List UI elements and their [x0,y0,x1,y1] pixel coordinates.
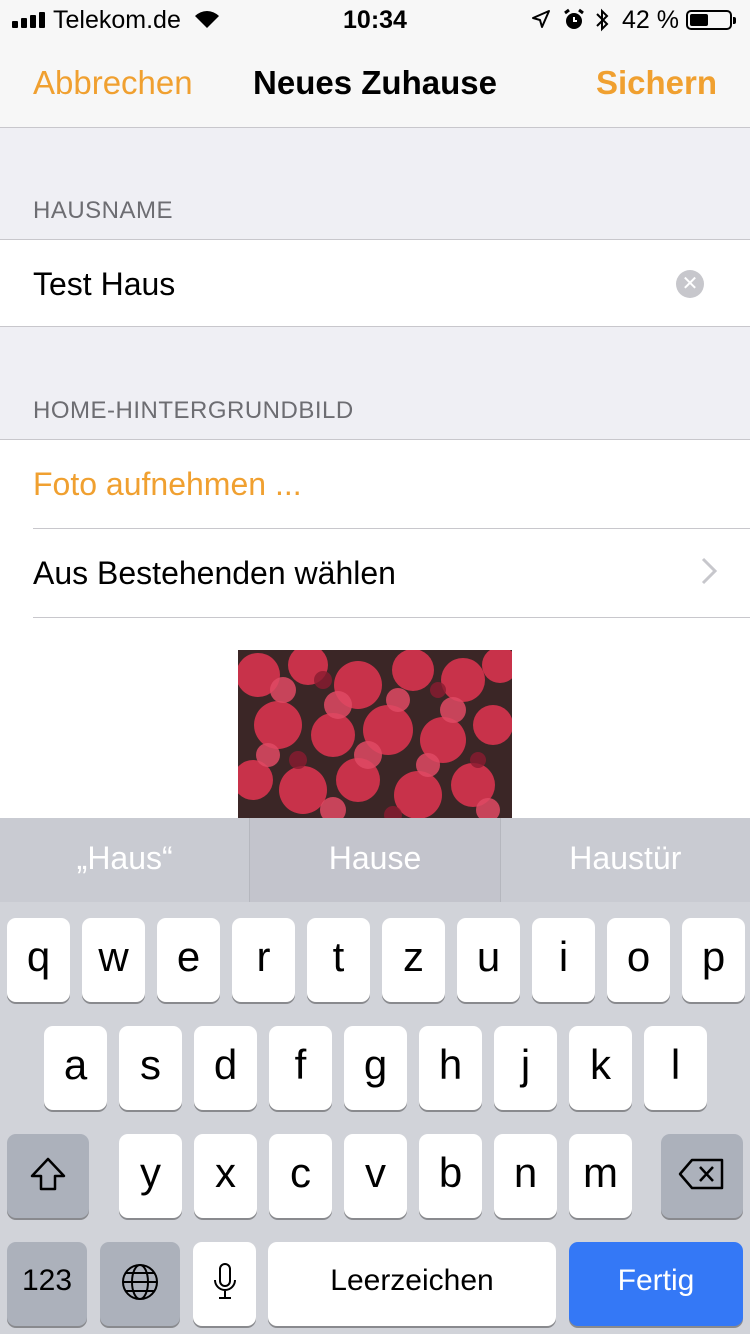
globe-key[interactable] [100,1242,180,1326]
key-y[interactable]: y [119,1134,182,1218]
divider [33,617,750,618]
take-photo-button[interactable]: Foto aufnehmen ... [33,466,302,503]
location-icon [532,10,550,28]
choose-existing-label: Aus Bestehenden wählen [33,555,396,591]
keyboard: „Haus“ Hause Haustür qwertzuiop asdfghjkl… [0,818,750,1334]
shift-key[interactable] [7,1134,89,1218]
key-g[interactable]: g [344,1026,407,1110]
battery-icon [686,10,736,30]
key-d[interactable]: d [194,1026,257,1110]
clear-text-icon[interactable]: ✕ [676,270,704,298]
done-key[interactable]: Fertig [569,1242,743,1326]
save-button[interactable]: Sichern [596,64,717,102]
key-t[interactable]: t [307,918,370,1002]
key-m[interactable]: m [569,1134,632,1218]
key-e[interactable]: e [157,918,220,1002]
microphone-icon [213,1263,236,1299]
key-f[interactable]: f [269,1026,332,1110]
bluetooth-icon [596,8,609,32]
home-name-field[interactable]: Test Haus ✕ [0,239,750,327]
key-x[interactable]: x [194,1134,257,1218]
suggestion-1[interactable]: „Haus“ [0,818,251,902]
key-n[interactable]: n [494,1134,557,1218]
globe-icon [122,1264,158,1300]
key-w[interactable]: w [82,918,145,1002]
key-k[interactable]: k [569,1026,632,1110]
status-bar: Telekom.de 10:34 42 % [0,0,750,40]
wallpaper-preview-image[interactable] [238,650,512,820]
dictation-key[interactable] [193,1242,256,1326]
red-leaves-image [238,650,512,820]
home-name-section-header: HAUSNAME [33,197,174,224]
choose-existing-row[interactable]: Aus Bestehenden wählen [0,529,750,617]
key-l[interactable]: l [644,1026,707,1110]
key-a[interactable]: a [44,1026,107,1110]
delete-key[interactable] [661,1134,743,1218]
suggestion-bar: „Haus“ Hause Haustür [0,818,750,902]
chevron-right-icon [701,557,717,585]
key-o[interactable]: o [607,918,670,1002]
wallpaper-group: Foto aufnehmen ... Aus Bestehenden wähle… [0,439,750,820]
alarm-icon [564,8,584,29]
home-name-value[interactable]: Test Haus [33,266,175,303]
key-c[interactable]: c [269,1134,332,1218]
key-p[interactable]: p [682,918,745,1002]
shift-icon [30,1157,66,1191]
key-u[interactable]: u [457,918,520,1002]
wallpaper-section-header: HOME-HINTERGRUNDBILD [33,397,354,424]
key-b[interactable]: b [419,1134,482,1218]
key-q[interactable]: q [7,918,70,1002]
suggestion-3[interactable]: Haustür [501,818,750,902]
battery-percent: 42 % [622,6,679,34]
key-j[interactable]: j [494,1026,557,1110]
key-s[interactable]: s [119,1026,182,1110]
key-z[interactable]: z [382,918,445,1002]
numbers-key[interactable]: 123 [7,1242,87,1326]
suggestion-2[interactable]: Hause [250,818,501,902]
key-i[interactable]: i [532,918,595,1002]
backspace-icon [678,1158,724,1190]
take-photo-row[interactable]: Foto aufnehmen ... [0,440,750,528]
key-h[interactable]: h [419,1026,482,1110]
space-key[interactable]: Leerzeichen [268,1242,556,1326]
key-v[interactable]: v [344,1134,407,1218]
navigation-bar: Abbrechen Neues Zuhause Sichern [0,40,750,128]
key-r[interactable]: r [232,918,295,1002]
